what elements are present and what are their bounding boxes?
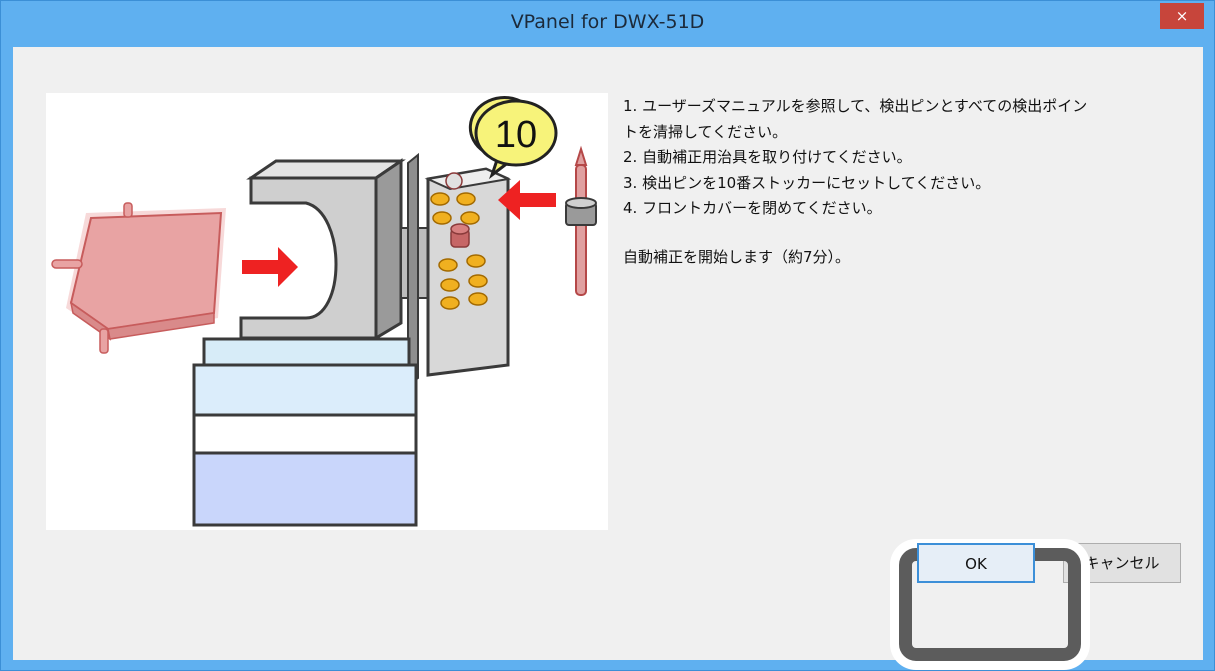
machine-base (192, 337, 418, 527)
ok-button[interactable]: OK (917, 543, 1035, 583)
close-button[interactable]: × (1160, 3, 1204, 29)
instruction-step-1-cont: トを清掃してください。 (623, 122, 788, 141)
dialog-window: VPanel for DWX-51D × 10 1. ユーザーズマニュアルを参照… (0, 0, 1215, 671)
stocker-callout: 10 (468, 96, 558, 180)
setup-illustration: 10 (46, 93, 608, 530)
arrow-right-icon (242, 247, 298, 287)
instruction-step-2: 2. 自動補正用治具を取り付けてください。 (623, 148, 912, 166)
instruction-step-3: 3. 検出ピンを10番ストッカーにセットしてください。 (623, 173, 991, 192)
pin-stocker (424, 167, 512, 377)
stocker-number: 10 (495, 114, 537, 156)
calibration-jig (51, 202, 226, 354)
instruction-step-4: 4. フロントカバーを閉めてください。 (623, 199, 882, 217)
detection-pin (565, 145, 597, 296)
title-bar[interactable]: VPanel for DWX-51D × (1, 1, 1214, 47)
start-message: 自動補正を開始します（約7分）。 (623, 248, 851, 266)
window-title: VPanel for DWX-51D (510, 11, 705, 33)
instruction-list: 1. ユーザーズマニュアルを参照して、検出ピンとすべての検出ポイン トを清掃して… (623, 94, 1183, 222)
instruction-step-1: 1. ユーザーズマニュアルを参照して、検出ピンとすべての検出ポイン (623, 97, 1088, 115)
